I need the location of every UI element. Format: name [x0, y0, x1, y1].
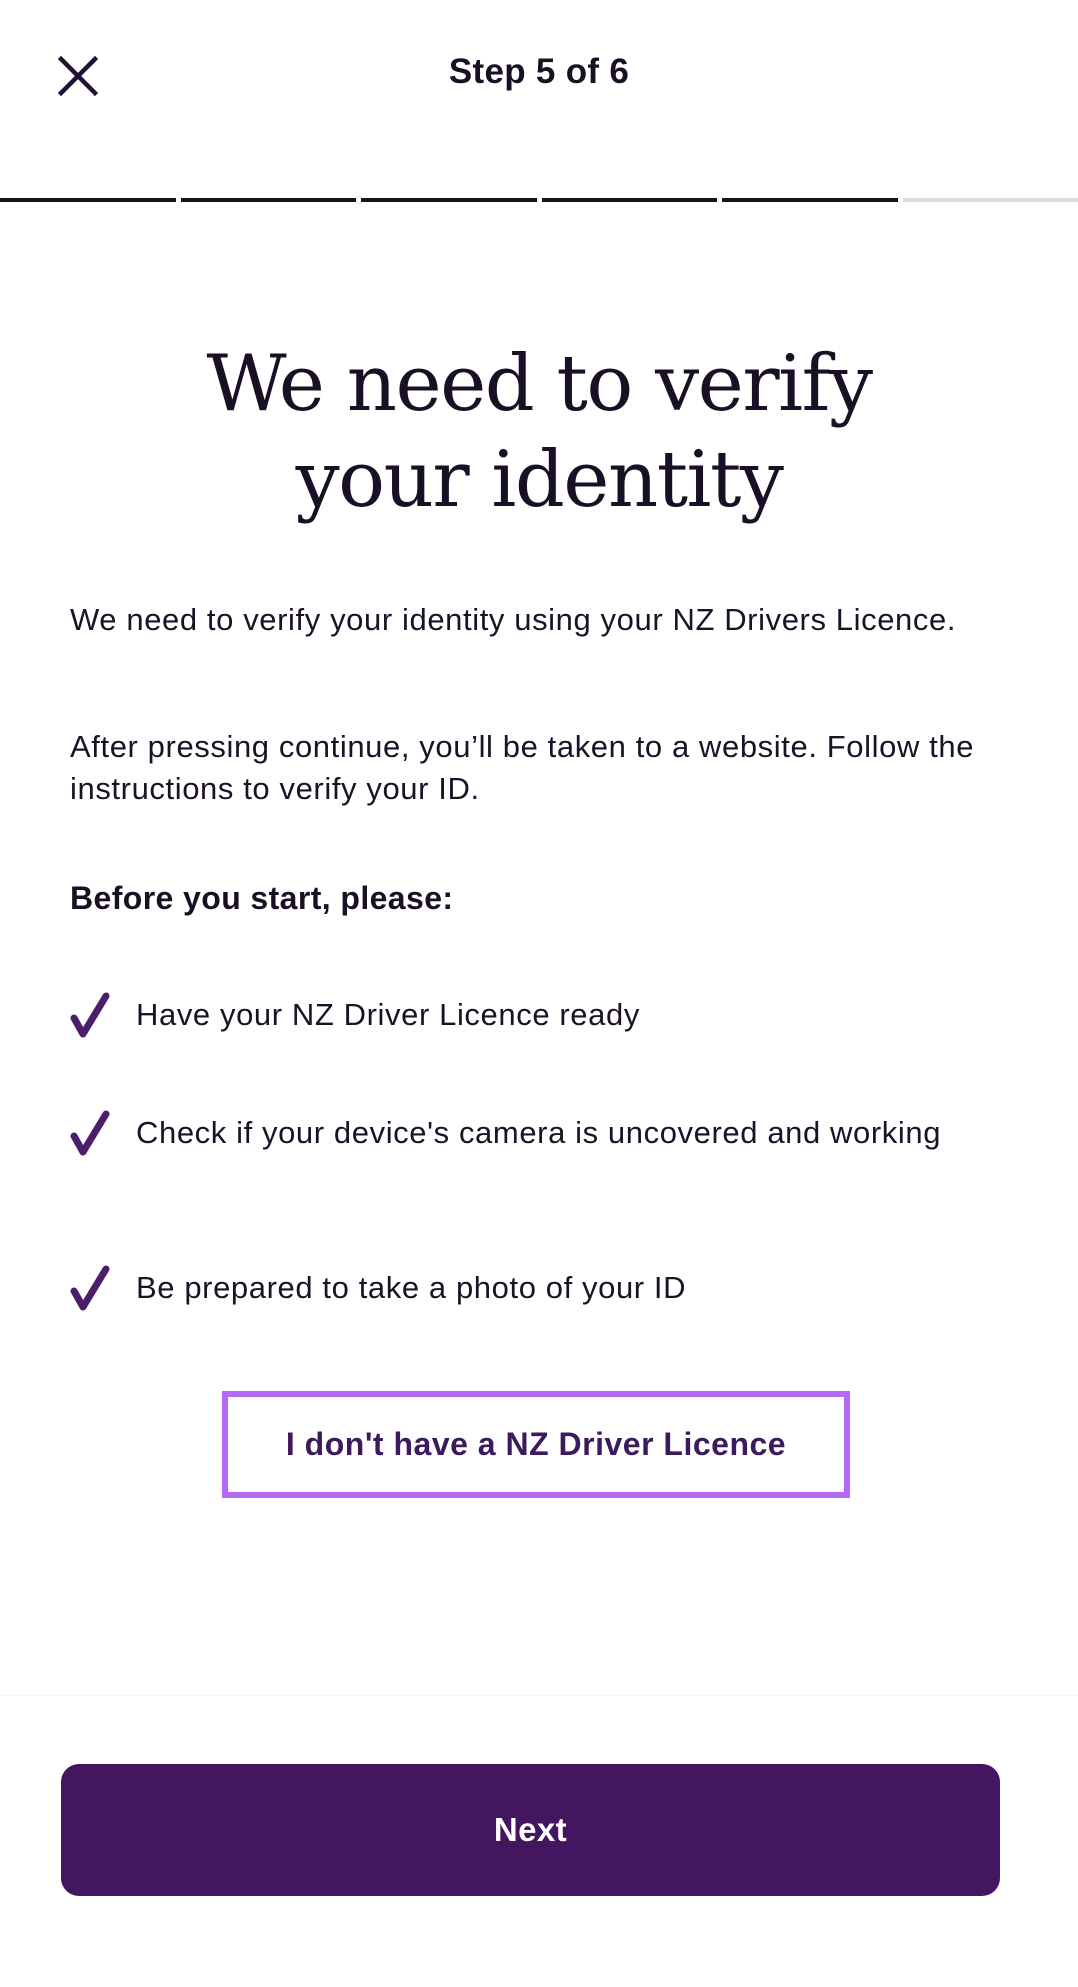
page-title: We need to verify your identity [0, 336, 1078, 528]
progress-segment-complete [0, 198, 176, 202]
step-indicator: Step 5 of 6 [0, 52, 1078, 92]
next-button[interactable]: Next [61, 1764, 1000, 1896]
check-icon [68, 990, 114, 1040]
check-icon [68, 1108, 114, 1158]
check-icon [68, 1263, 114, 1313]
intro-paragraph: We need to verify your identity using yo… [70, 599, 1010, 641]
progress-bar [0, 198, 1078, 202]
checklist-item-text: Check if your device's camera is uncover… [136, 1112, 941, 1154]
progress-segment-complete [542, 198, 718, 202]
page-title-line-2: your identity [0, 432, 1078, 528]
checklist-item-text: Be prepared to take a photo of your ID [136, 1267, 686, 1309]
progress-segment-complete [181, 198, 357, 202]
progress-segment-remaining [903, 198, 1078, 202]
progress-segment-complete [361, 198, 537, 202]
header: Step 5 of 6 [0, 0, 1078, 200]
progress-segment-complete [722, 198, 898, 202]
instructions-paragraph: After pressing continue, you’ll be taken… [70, 726, 1010, 810]
no-licence-link[interactable]: I don't have a NZ Driver Licence [222, 1391, 850, 1498]
checklist-item: Have your NZ Driver Licence ready [68, 990, 1008, 1040]
checklist-item: Be prepared to take a photo of your ID [68, 1263, 1008, 1313]
checklist-heading: Before you start, please: [70, 880, 453, 917]
checklist-item-text: Have your NZ Driver Licence ready [136, 994, 640, 1036]
checklist-item: Check if your device's camera is uncover… [68, 1108, 1008, 1158]
page-title-line-1: We need to verify [0, 336, 1078, 432]
